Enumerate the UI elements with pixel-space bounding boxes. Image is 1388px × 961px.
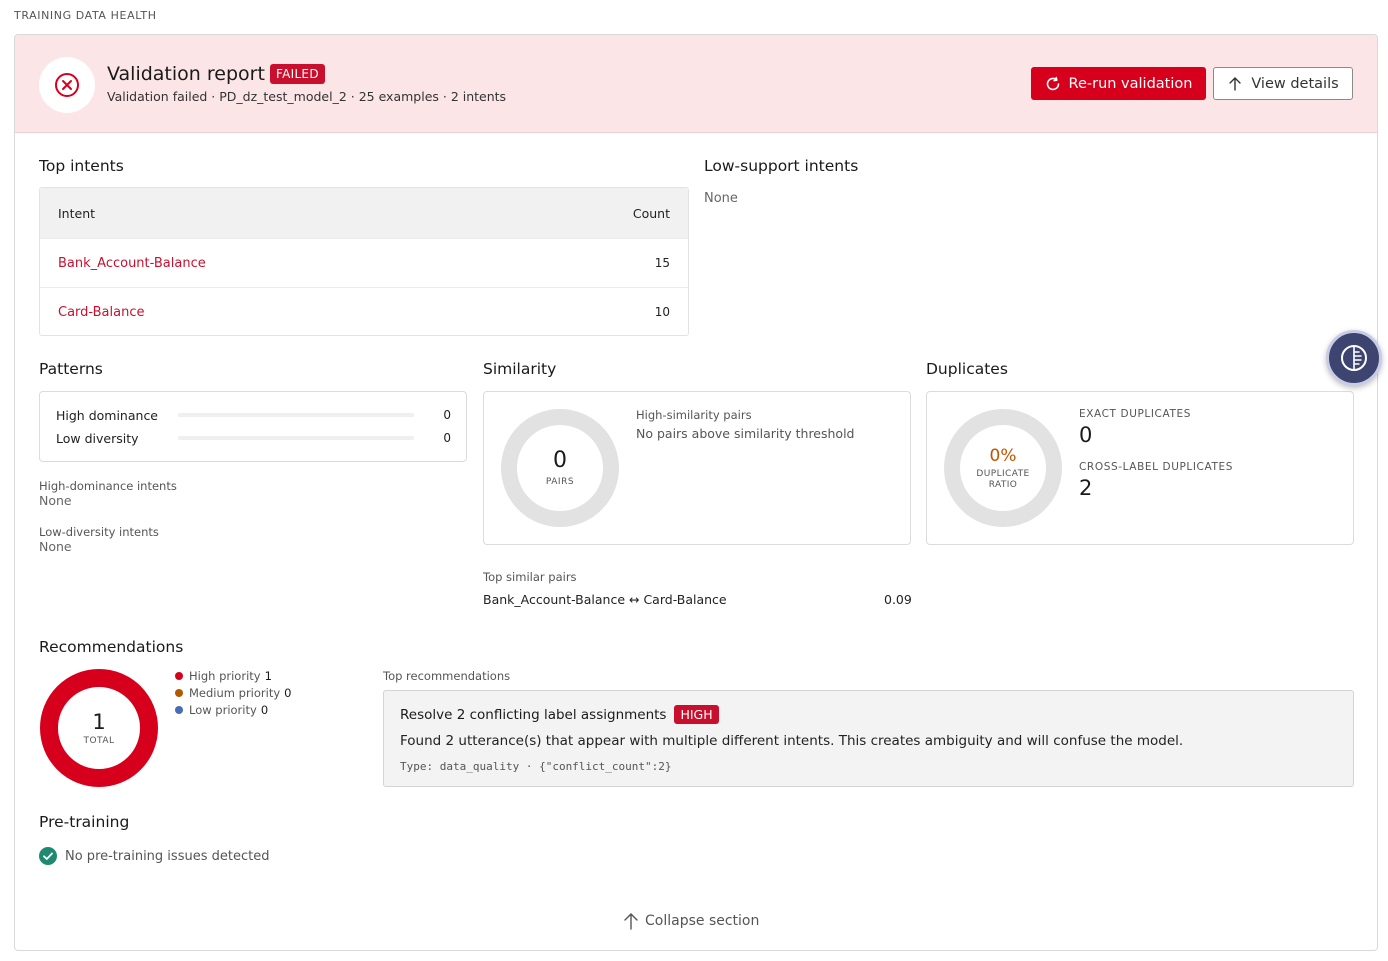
- pattern-label: Low diversity: [56, 430, 139, 446]
- pattern-row-high-dominance: High dominance 0: [56, 406, 451, 424]
- collapse-label: Collapse section: [645, 913, 760, 929]
- rerun-label: Re-run validation: [1068, 75, 1193, 92]
- duplicate-ratio-value: 0%: [989, 446, 1017, 466]
- arrow-up-icon: [624, 913, 638, 930]
- intent-link[interactable]: Bank_Account-Balance: [58, 256, 206, 271]
- intent-count: 10: [654, 305, 670, 319]
- legend-label: Low priority: [189, 703, 257, 717]
- section-title: TRAINING DATA HEALTH: [14, 9, 157, 22]
- validation-banner: Validation report FAILED Validation fail…: [15, 35, 1377, 133]
- legend-high-priority: High priority 1: [175, 669, 272, 683]
- legend-label: High priority: [189, 669, 261, 683]
- duplicates-title: Duplicates: [926, 360, 1008, 378]
- column-count: Count: [632, 205, 670, 221]
- exact-duplicates-label: EXACT DUPLICATES: [1079, 408, 1191, 420]
- view-details-label: View details: [1251, 75, 1339, 92]
- legend-dot: [175, 672, 183, 680]
- similar-pair: Bank_Account-Balance ↔ Card-Balance: [483, 592, 727, 607]
- pairs-caption: PAIRS: [545, 477, 575, 487]
- pairs-count: 0: [553, 448, 567, 473]
- status-badge: FAILED: [270, 64, 325, 84]
- legend-dot: [175, 706, 183, 714]
- pattern-row-low-diversity: Low diversity 0: [56, 429, 451, 447]
- pattern-bar: [178, 413, 414, 417]
- cross-label-duplicates-label: CROSS-LABEL DUPLICATES: [1079, 461, 1233, 473]
- assistant-fab[interactable]: [1326, 330, 1382, 386]
- recommendations-title: Recommendations: [39, 638, 184, 656]
- duplicate-ratio-caption: RATIO: [988, 480, 1018, 490]
- pattern-value: 0: [443, 408, 451, 422]
- legend-medium-priority: Medium priority 0: [175, 686, 291, 700]
- intent-link[interactable]: Card-Balance: [58, 305, 145, 320]
- pre-training-status-text: No pre-training issues detected: [65, 848, 270, 864]
- intent-count: 15: [654, 256, 670, 270]
- legend-low-priority: Low priority 0: [175, 703, 268, 717]
- legend-count: 1: [264, 669, 272, 683]
- pre-training-status: No pre-training issues detected: [39, 847, 269, 865]
- error-circle-icon: [39, 57, 95, 113]
- low-diversity-label: Low-diversity intents: [39, 525, 159, 539]
- similar-pair-score: 0.09: [884, 592, 912, 607]
- view-details-button[interactable]: View details: [1213, 67, 1353, 100]
- recommendation-title: Resolve 2 conflicting label assignments: [400, 706, 667, 723]
- validation-card: Validation report FAILED Validation fail…: [14, 34, 1378, 951]
- pattern-bar: [178, 436, 414, 440]
- duplicate-ratio-caption: DUPLICATE: [976, 469, 1030, 479]
- recommendations-total: 1: [92, 710, 106, 734]
- duplicate-ratio-ring: [944, 409, 1062, 527]
- recommendations-total-caption: TOTAL: [83, 736, 115, 746]
- similarity-title: Similarity: [483, 360, 557, 378]
- high-dominance-value: None: [39, 493, 72, 508]
- low-support-title: Low-support intents: [704, 157, 859, 175]
- high-similarity-text: No pairs above similarity threshold: [636, 426, 855, 441]
- arrow-up-icon: [1229, 76, 1242, 91]
- pattern-value: 0: [443, 431, 451, 445]
- rerun-validation-button[interactable]: Re-run validation: [1031, 67, 1206, 100]
- top-similar-pairs-label: Top similar pairs: [483, 570, 577, 584]
- table-row: Bank_Account-Balance 15: [40, 238, 688, 287]
- report-title: Validation report: [107, 63, 265, 85]
- pattern-label: High dominance: [56, 407, 159, 423]
- recommendation-meta: Type: data_quality · {"conflict_count":2…: [400, 760, 672, 773]
- exact-duplicates-value: 0: [1079, 423, 1093, 447]
- high-dominance-label: High-dominance intents: [39, 479, 177, 493]
- check-circle-icon: [39, 847, 57, 865]
- legend-count: 0: [260, 703, 269, 717]
- recommendation-item: Resolve 2 conflicting label assignments …: [383, 690, 1354, 787]
- top-intents-table: Intent Count Bank_Account-Balance 15 Car…: [39, 187, 689, 336]
- low-support-value: None: [704, 191, 738, 206]
- legend-count: 0: [284, 686, 292, 700]
- top-intents-title: Top intents: [39, 157, 124, 175]
- report-subtitle: Validation failed · PD_dz_test_model_2 ·…: [107, 89, 507, 104]
- high-similarity-label: High-similarity pairs: [636, 408, 752, 422]
- patterns-title: Patterns: [39, 360, 103, 378]
- recommendation-header: Resolve 2 conflicting label assignments …: [400, 705, 719, 724]
- pre-training-title: Pre-training: [39, 813, 130, 831]
- cross-label-duplicates-value: 2: [1079, 476, 1093, 500]
- refresh-icon: [1046, 76, 1059, 90]
- duplicates-panel: 0% DUPLICATE RATIO EXACT DUPLICATES 0 CR…: [926, 391, 1354, 545]
- patterns-panel: High dominance 0 Low diversity 0: [39, 391, 467, 462]
- similarity-panel: 0 PAIRS High-similarity pairs No pairs a…: [483, 391, 911, 545]
- table-header: Intent Count: [40, 188, 688, 238]
- legend-dot: [175, 689, 183, 697]
- table-row: Card-Balance 10: [40, 287, 688, 335]
- priority-badge: HIGH: [674, 705, 719, 724]
- column-intent: Intent: [58, 205, 96, 221]
- assistant-icon: [1341, 345, 1367, 371]
- low-diversity-value: None: [39, 539, 72, 554]
- recommendation-description: Found 2 utterance(s) that appear with mu…: [400, 733, 1184, 749]
- legend-label: Medium priority: [189, 686, 281, 700]
- top-recommendations-label: Top recommendations: [383, 669, 511, 683]
- collapse-section-button[interactable]: Collapse section: [623, 912, 759, 930]
